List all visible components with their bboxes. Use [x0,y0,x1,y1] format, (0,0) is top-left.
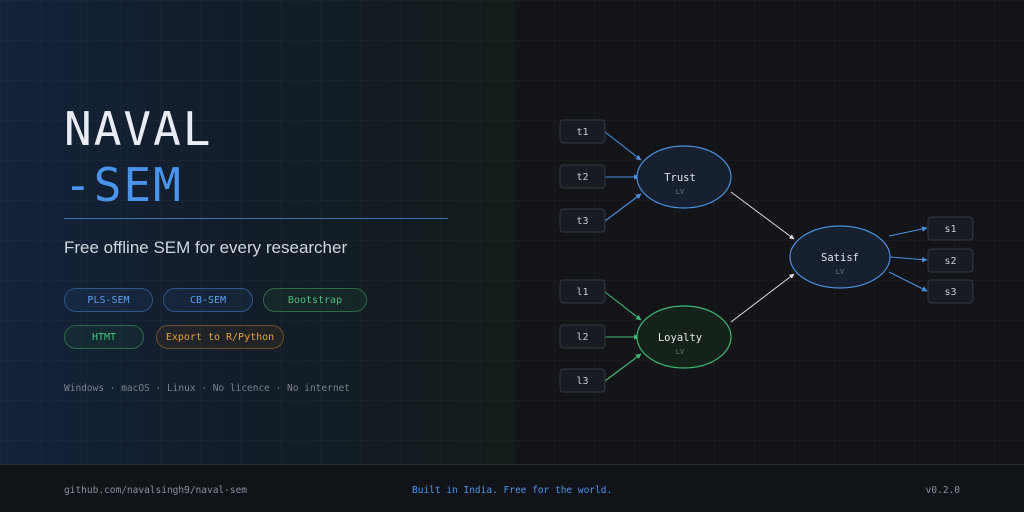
indicator-t3-label: t3 [576,216,588,227]
path-satisf-s1 [888,226,928,237]
indicator-t2: t2 [559,164,606,189]
path-t1-trust [604,131,642,161]
latent-trust-tag: LV [676,188,685,196]
version-label: v0.2.0 [925,485,960,496]
indicator-l2-label: l2 [576,332,588,343]
indicator-s3-label: s3 [944,287,956,298]
latent-trust-label: Trust [664,172,696,184]
indicator-s2-label: s2 [944,256,956,267]
indicator-s1: s1 [927,216,974,241]
indicator-l2: l2 [559,324,606,349]
indicator-s3: s3 [927,279,974,304]
indicator-t3: t3 [559,208,606,233]
indicator-t2-label: t2 [576,172,588,183]
indicator-l3-label: l3 [576,376,588,387]
indicator-t1: t1 [559,119,606,144]
path-satisf-s2 [889,256,928,263]
indicator-s2: s2 [927,248,974,273]
path-trust-satisf [730,191,795,240]
indicator-s1-label: s1 [944,224,956,235]
indicator-l3: l3 [559,368,606,393]
indicator-t1-label: t1 [576,127,588,138]
latent-satisf-label: Satisf [821,252,859,264]
footer-slogan: Built in India. Free for the world. [412,485,613,496]
indicator-l1-label: l1 [576,287,588,298]
latent-trust: Trust LV [636,145,732,209]
path-satisf-s3 [888,271,928,292]
repo-link[interactable]: github.com/navalsingh9/naval-sem [64,485,247,496]
latent-loyalty-tag: LV [676,348,685,356]
path-l1-loyalty [604,291,642,321]
latent-satisf-tag: LV [836,268,845,276]
sem-path-diagram: t1 t2 t3 l1 l2 l3 s1 s2 s3 Trust LV Loya… [559,119,974,393]
indicator-l1: l1 [559,279,606,304]
latent-satisf: Satisf LV [789,225,891,289]
footer-bar: github.com/navalsingh9/naval-sem Built i… [0,464,1024,512]
latent-loyalty: Loyalty LV [636,305,732,369]
latent-loyalty-label: Loyalty [658,332,702,344]
path-l3-loyalty [604,353,642,382]
path-loyalty-satisf [730,273,795,323]
path-t3-trust [604,193,642,222]
